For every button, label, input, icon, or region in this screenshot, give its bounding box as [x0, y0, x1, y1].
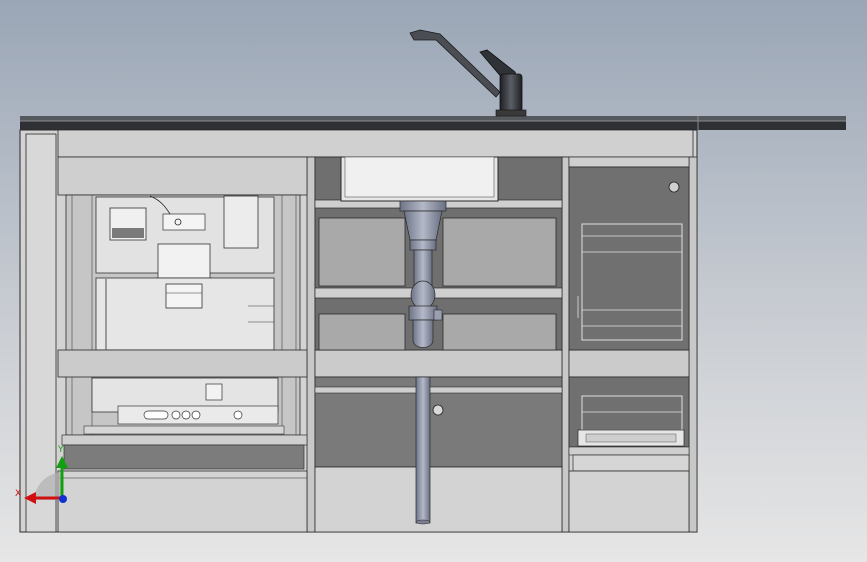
x-axis-label: X: [15, 489, 21, 499]
right-rack-cabinet: [568, 156, 690, 533]
countertop: [20, 116, 846, 130]
cad-viewport[interactable]: X Y: [0, 0, 867, 562]
drawing-canvas: X Y: [15, 29, 846, 533]
left-appliance-bay: [57, 156, 308, 470]
y-axis-label: Y: [57, 445, 64, 455]
sink-basin: [340, 156, 499, 202]
faucet: [409, 29, 527, 117]
shelf-band: [57, 349, 690, 378]
base-panels: [57, 470, 308, 533]
